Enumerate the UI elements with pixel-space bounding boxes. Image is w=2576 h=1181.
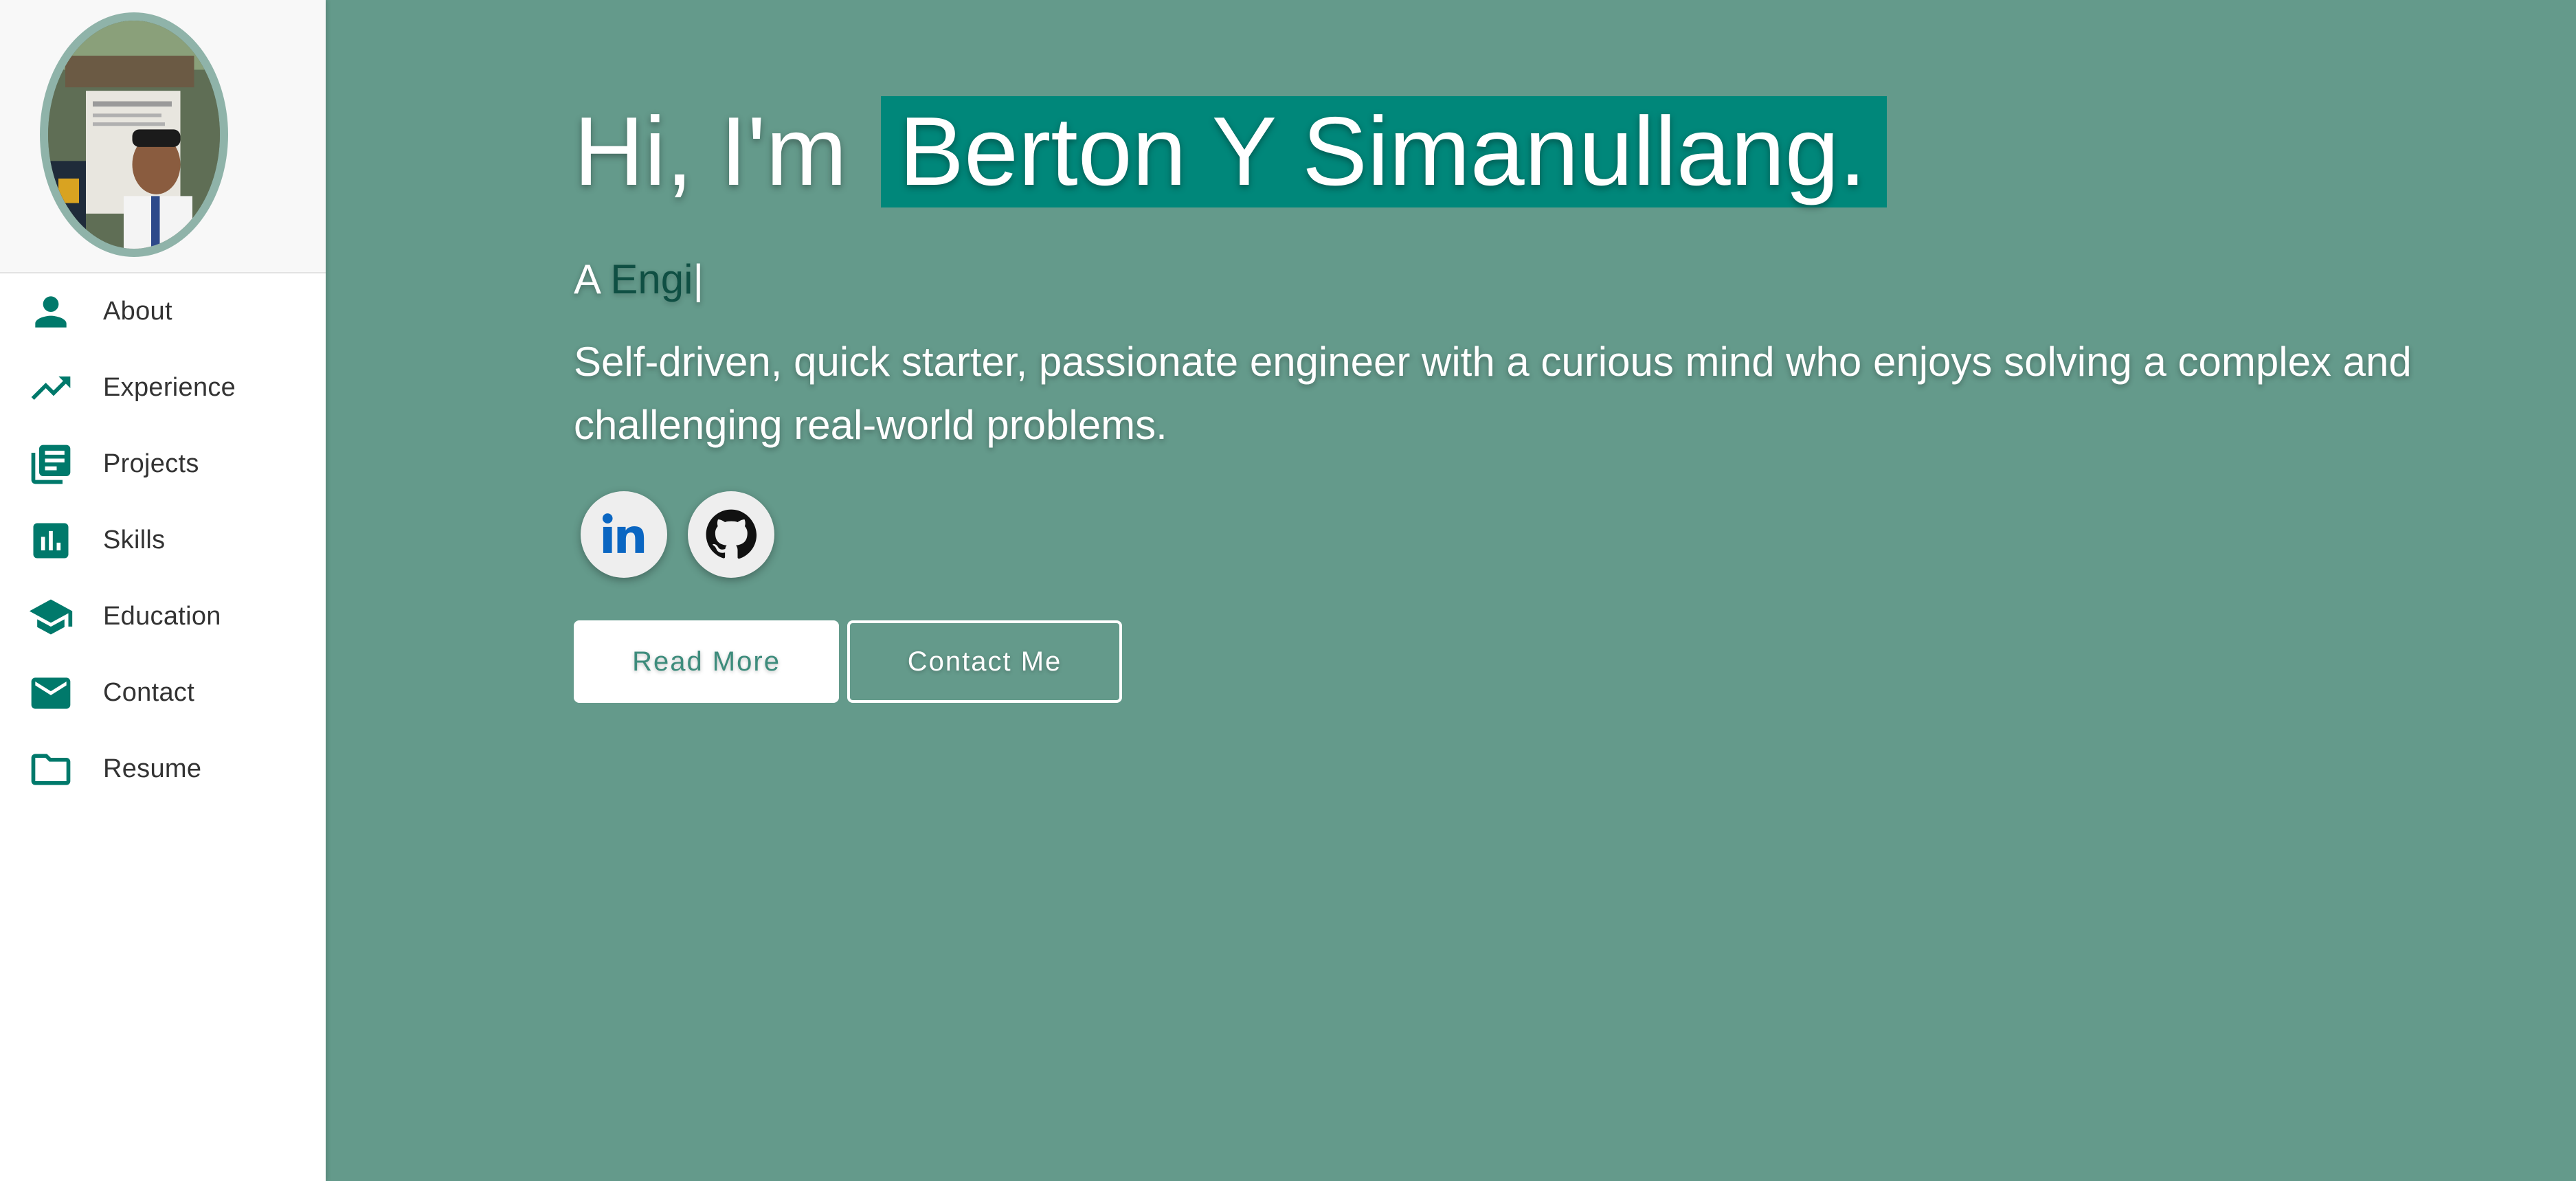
hero-content: Hi, I'm Berton Y Simanullang. A Engi| Se… — [574, 96, 2470, 703]
sidebar-item-label: Contact — [103, 678, 195, 707]
sidebar-item-contact[interactable]: Contact — [0, 655, 326, 731]
bar-chart-icon — [27, 517, 74, 564]
typed-prefix: A — [574, 256, 599, 302]
typed-tagline: A Engi| — [574, 256, 2470, 303]
sidebar-item-resume[interactable]: Resume — [0, 731, 326, 807]
library-books-icon — [27, 441, 74, 488]
hero-bio: Self-driven, quick starter, passionate e… — [574, 339, 2412, 448]
social-links — [574, 491, 2470, 578]
typed-word: Engi — [610, 256, 693, 302]
name-highlight: Berton Y Simanullang. — [881, 96, 1888, 207]
profile-photo — [48, 21, 220, 249]
sidebar-item-experience[interactable]: Experience — [0, 350, 326, 426]
sidebar-item-about[interactable]: About — [0, 273, 326, 350]
greeting-prefix: Hi, I'm — [574, 97, 847, 206]
sidebar-item-label: Skills — [103, 526, 166, 554]
github-icon — [706, 509, 757, 559]
linkedin-button[interactable] — [581, 491, 667, 578]
trending-up-icon — [27, 365, 74, 412]
linkedin-icon — [602, 513, 645, 553]
typing-cursor: | — [693, 256, 704, 302]
github-button[interactable] — [688, 491, 774, 578]
sidebar-item-skills[interactable]: Skills — [0, 502, 326, 578]
sidebar-item-education[interactable]: Education — [0, 578, 326, 655]
sidebar-item-label: About — [103, 297, 172, 326]
mail-icon — [27, 670, 74, 717]
profile-header — [0, 0, 326, 273]
sidebar-item-label: Experience — [103, 373, 236, 402]
graduation-cap-icon — [27, 594, 74, 640]
sidebar-item-label: Resume — [103, 754, 202, 783]
read-more-button[interactable]: Read More — [574, 620, 839, 703]
sidebar-item-projects[interactable]: Projects — [0, 426, 326, 502]
hero-heading: Hi, I'm Berton Y Simanullang. — [574, 96, 2470, 207]
sidebar-item-label: Projects — [103, 449, 199, 478]
hero-section: Hi, I'm Berton Y Simanullang. A Engi| Se… — [326, 0, 2576, 1181]
avatar — [40, 12, 228, 257]
folder-icon — [27, 746, 74, 793]
sidebar: About Experience Projects Skills Educati… — [0, 0, 326, 1181]
person-icon — [27, 289, 74, 335]
sidebar-nav: About Experience Projects Skills Educati… — [0, 273, 326, 807]
sidebar-item-label: Education — [103, 602, 221, 631]
cta-buttons: Read More Contact Me — [574, 620, 2470, 703]
contact-me-button[interactable]: Contact Me — [847, 620, 1122, 703]
